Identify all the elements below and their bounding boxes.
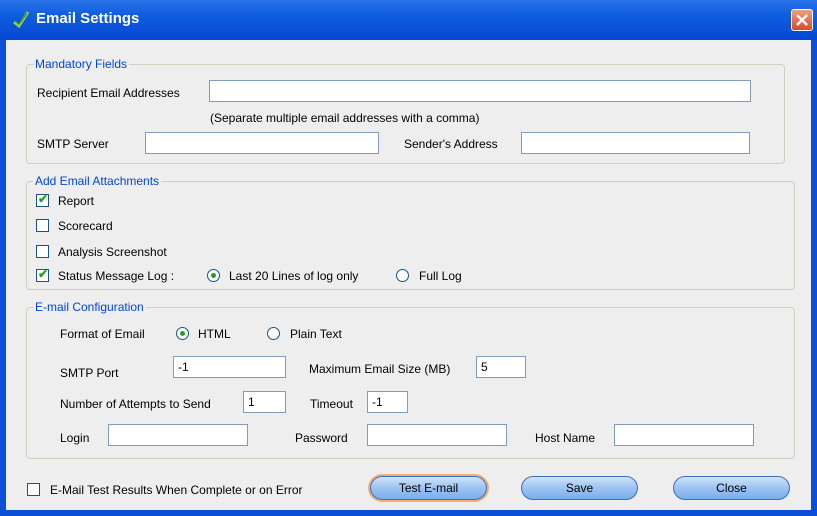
check-mark-icon: ✔ <box>38 192 49 206</box>
format-plain-label[interactable]: Plain Text <box>290 327 342 341</box>
report-checkbox[interactable]: ✔ <box>36 192 49 207</box>
window-frame-bottom <box>0 510 817 516</box>
log-last20-label[interactable]: Last 20 Lines of log only <box>229 269 358 283</box>
email-config-legend: E-mail Configuration <box>35 300 144 314</box>
email-results-label[interactable]: E-Mail Test Results When Complete or on … <box>50 483 303 497</box>
status-log-checkbox[interactable]: ✔ <box>36 267 49 282</box>
smtp-port-label: SMTP Port <box>60 366 119 380</box>
recipient-label: Recipient Email Addresses <box>37 86 180 100</box>
window-title: Email Settings <box>36 10 140 27</box>
radio-selected-dot <box>180 331 185 336</box>
radio-selected-dot <box>211 273 216 278</box>
format-plain-radio[interactable] <box>267 327 280 340</box>
attempts-input[interactable] <box>243 391 286 413</box>
analysis-screenshot-checkbox[interactable] <box>36 245 49 258</box>
attachments-legend: Add Email Attachments <box>35 174 160 188</box>
login-label: Login <box>60 431 90 445</box>
log-full-radio[interactable] <box>396 269 409 282</box>
max-size-input[interactable] <box>476 356 526 378</box>
check-mark-icon: ✔ <box>38 267 49 281</box>
email-settings-window: Email Settings Mandatory Fields Recipien… <box>0 0 817 516</box>
attempts-label: Number of Attempts to Send <box>60 397 211 411</box>
status-log-label[interactable]: Status Message Log : <box>58 269 174 283</box>
analysis-screenshot-label[interactable]: Analysis Screenshot <box>58 245 167 259</box>
sender-address-label: Sender's Address <box>404 137 498 151</box>
email-settings-app-icon <box>13 11 30 28</box>
close-icon <box>796 14 808 26</box>
report-label[interactable]: Report <box>58 194 94 208</box>
scorecard-checkbox[interactable] <box>36 219 49 232</box>
format-label: Format of Email <box>60 327 145 341</box>
scorecard-label[interactable]: Scorecard <box>58 219 113 233</box>
title-bar[interactable]: Email Settings <box>0 0 817 40</box>
close-button[interactable]: Close <box>673 476 790 500</box>
save-button[interactable]: Save <box>521 476 638 500</box>
timeout-input[interactable] <box>367 391 408 413</box>
password-input[interactable] <box>367 424 507 446</box>
login-input[interactable] <box>108 424 248 446</box>
window-close-button[interactable] <box>791 9 813 31</box>
host-name-label: Host Name <box>535 431 596 445</box>
recipient-email-input[interactable] <box>209 80 751 102</box>
test-email-button[interactable]: Test E-mail <box>370 476 487 500</box>
host-name-input[interactable] <box>614 424 754 446</box>
password-label: Password <box>295 431 348 445</box>
log-full-label[interactable]: Full Log <box>419 269 462 283</box>
recipient-hint: (Separate multiple email addresses with … <box>210 111 480 125</box>
format-html-radio[interactable] <box>176 327 189 340</box>
mandatory-fields-legend: Mandatory Fields <box>35 57 128 71</box>
smtp-server-label: SMTP Server <box>37 137 109 151</box>
email-results-checkbox[interactable] <box>27 483 40 496</box>
sender-address-input[interactable] <box>521 132 750 154</box>
log-last20-radio[interactable] <box>207 269 220 282</box>
window-frame-right <box>811 40 817 516</box>
format-html-label[interactable]: HTML <box>198 327 231 341</box>
max-size-label: Maximum Email Size (MB) <box>309 362 451 376</box>
timeout-label: Timeout <box>310 397 353 411</box>
smtp-server-input[interactable] <box>145 132 379 154</box>
smtp-port-input[interactable] <box>173 356 286 378</box>
